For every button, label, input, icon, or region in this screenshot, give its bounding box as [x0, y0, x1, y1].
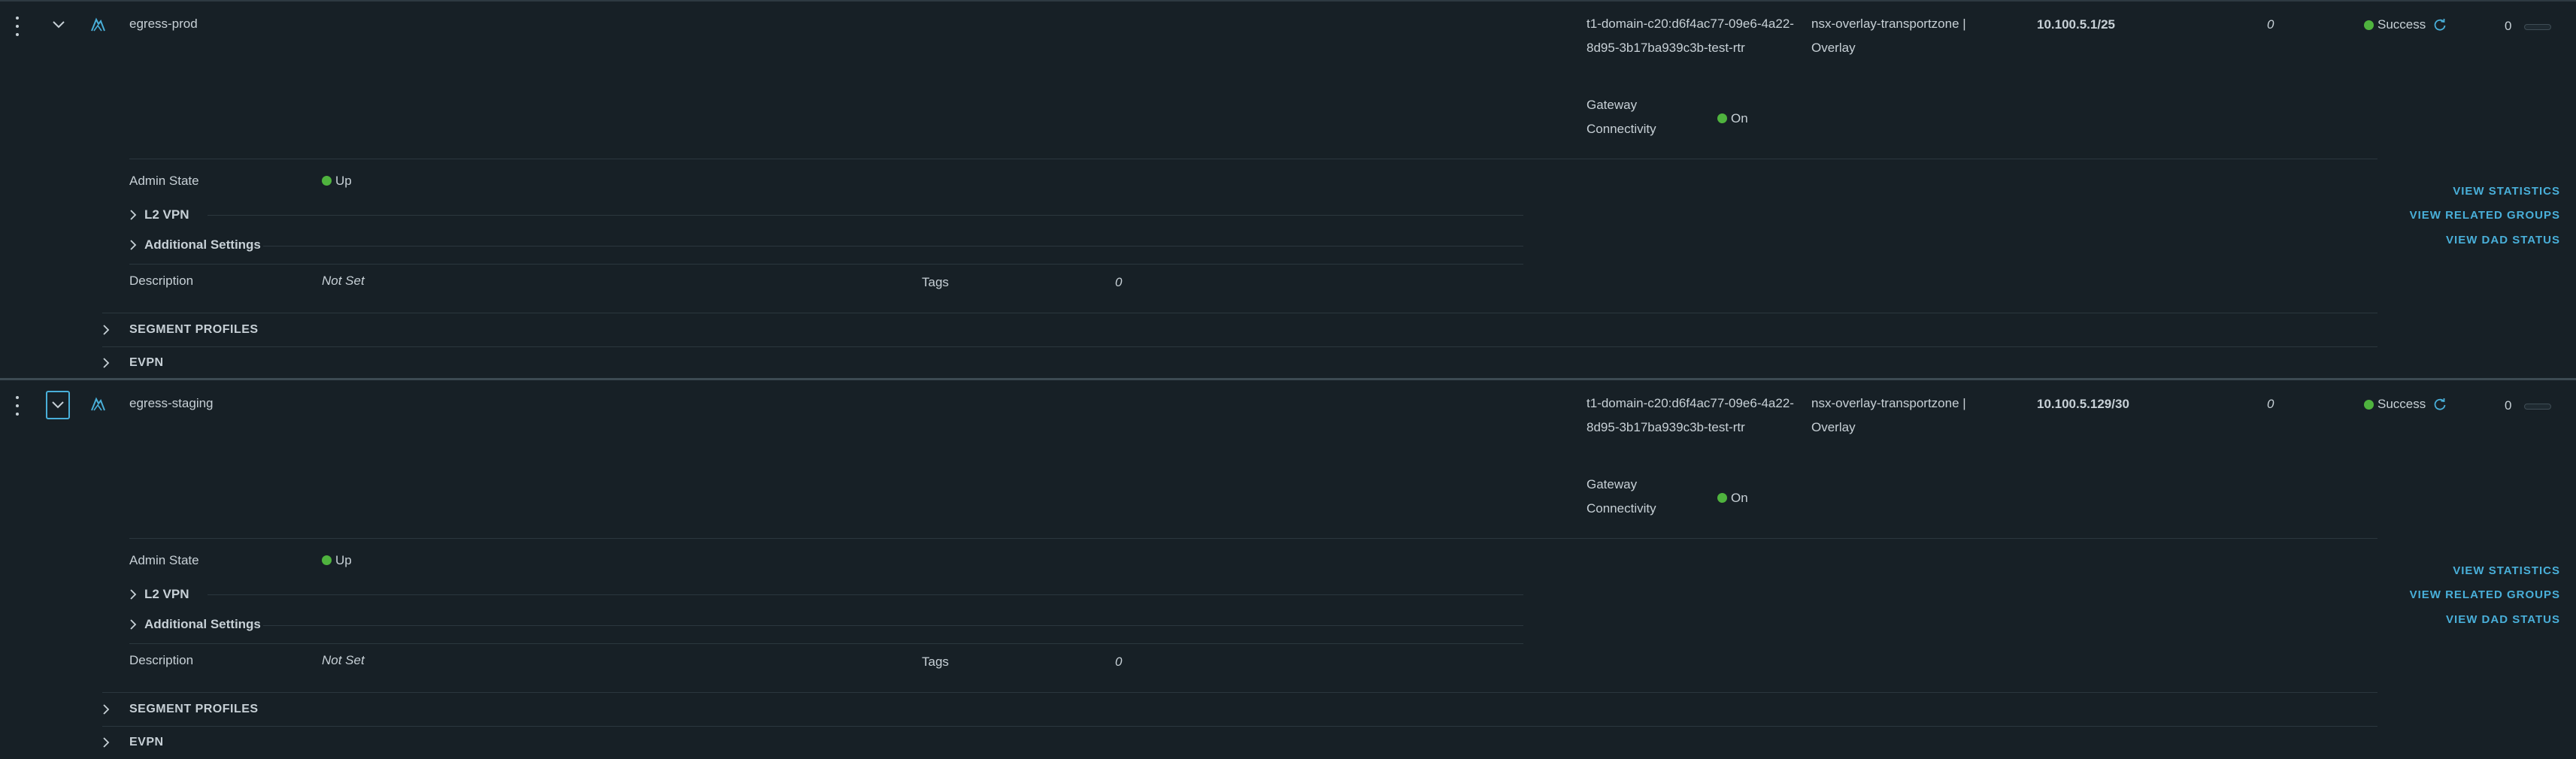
status-dot-icon — [2364, 20, 2374, 30]
segment-row: egress-staging t1-domain-c20:d6f4ac77-09… — [0, 378, 2576, 759]
divider — [208, 594, 1523, 595]
status-text: Success — [2377, 397, 2426, 411]
divider — [208, 215, 1523, 216]
divider — [263, 625, 1523, 626]
view-statistics-link[interactable]: VIEW STATISTICS — [2453, 564, 2560, 577]
status-dot-icon — [322, 555, 332, 565]
chevron-right-icon — [103, 325, 110, 335]
chevron-right-icon — [130, 589, 137, 600]
progress-bar — [2524, 404, 2551, 410]
alarms-count: 0 — [2505, 19, 2512, 33]
chevron-down-icon — [53, 21, 65, 29]
chevron-right-icon — [130, 619, 137, 630]
gateway-connectivity-value: On — [1731, 491, 1748, 505]
subnet: 10.100.5.1/25 — [2037, 17, 2115, 32]
segment-profiles-label: SEGMENT PROFILES — [129, 703, 259, 715]
admin-state-value: Up — [322, 174, 352, 189]
tags-label: Tags — [922, 655, 949, 669]
ports-count: 0 — [2267, 17, 2274, 32]
view-related-groups-link[interactable]: VIEW RELATED GROUPS — [2410, 588, 2560, 601]
l2vpn-toggle[interactable]: L2 VPN — [129, 207, 189, 222]
evpn-toggle[interactable]: EVPN — [102, 736, 164, 749]
refresh-icon[interactable] — [2433, 18, 2447, 32]
divider — [102, 692, 2377, 693]
chevron-right-icon — [130, 240, 137, 250]
collapse-row-button[interactable] — [46, 391, 70, 419]
collapse-row-button[interactable] — [48, 14, 69, 36]
chevron-down-icon — [52, 401, 64, 409]
additional-settings-label: Additional Settings — [144, 617, 261, 631]
segment-profiles-label: SEGMENT PROFILES — [129, 323, 259, 336]
segment-row: egress-prod t1-domain-c20:d6f4ac77-09e6-… — [0, 0, 2576, 379]
admin-state-label: Admin State — [129, 174, 199, 188]
additional-settings-label: Additional Settings — [144, 237, 261, 252]
admin-state-text: Up — [335, 174, 352, 188]
segment-profiles-toggle[interactable]: SEGMENT PROFILES — [102, 703, 259, 716]
l2vpn-label: L2 VPN — [144, 207, 189, 222]
gateway-segment-icon — [89, 17, 106, 33]
gateway-connectivity-label: Gateway Connectivity — [1587, 98, 1656, 136]
connected-gateway: t1-domain-c20:d6f4ac77-09e6-4a22-8d95-3b… — [1587, 17, 1794, 55]
l2vpn-toggle[interactable]: L2 VPN — [129, 587, 189, 602]
chevron-right-icon — [103, 737, 110, 748]
admin-state-text: Up — [335, 553, 352, 567]
gateway-segment-icon — [89, 396, 106, 413]
divider — [129, 264, 1523, 265]
segment-name[interactable]: egress-prod — [129, 17, 198, 32]
gateway-connectivity-label: Gateway Connectivity — [1587, 477, 1656, 516]
segment-name[interactable]: egress-staging — [129, 396, 214, 411]
view-statistics-link[interactable]: VIEW STATISTICS — [2453, 185, 2560, 198]
status-dot-icon — [1717, 113, 1727, 123]
tags-value: 0 — [1115, 655, 1123, 669]
description-value: Not Set — [322, 274, 365, 288]
status-badge: Success — [2364, 397, 2447, 412]
gateway-connectivity-status: On — [1717, 491, 1748, 506]
alarms-count: 0 — [2505, 398, 2512, 413]
evpn-label: EVPN — [129, 356, 164, 369]
ports-count: 0 — [2267, 397, 2274, 411]
admin-state-value: Up — [322, 553, 352, 568]
additional-settings-toggle[interactable]: Additional Settings — [129, 617, 261, 632]
segment-profiles-toggle[interactable]: SEGMENT PROFILES — [102, 323, 259, 337]
view-related-groups-link[interactable]: VIEW RELATED GROUPS — [2410, 209, 2560, 222]
transport-zone: nsx-overlay-transportzone | Overlay — [1811, 396, 1966, 434]
gateway-connectivity-value: On — [1731, 111, 1748, 125]
transport-zone: nsx-overlay-transportzone | Overlay — [1811, 17, 1966, 55]
connected-gateway: t1-domain-c20:d6f4ac77-09e6-4a22-8d95-3b… — [1587, 396, 1794, 434]
progress-bar — [2524, 24, 2551, 30]
description-label: Description — [129, 653, 194, 667]
divider — [102, 726, 2377, 727]
tags-label: Tags — [922, 275, 949, 289]
chevron-right-icon — [130, 210, 137, 220]
view-dad-status-link[interactable]: VIEW DAD STATUS — [2446, 234, 2560, 246]
evpn-toggle[interactable]: EVPN — [102, 356, 164, 370]
admin-state-label: Admin State — [129, 553, 199, 567]
view-dad-status-link[interactable]: VIEW DAD STATUS — [2446, 613, 2560, 626]
divider — [129, 643, 1523, 644]
l2vpn-label: L2 VPN — [144, 587, 189, 601]
status-badge: Success — [2364, 17, 2447, 32]
refresh-icon[interactable] — [2433, 398, 2447, 411]
status-dot-icon — [2364, 399, 2374, 410]
status-dot-icon — [1717, 493, 1727, 503]
status-dot-icon — [322, 176, 332, 186]
row-menu-icon[interactable] — [14, 17, 21, 36]
row-menu-icon[interactable] — [14, 396, 21, 416]
chevron-right-icon — [103, 358, 110, 368]
divider — [102, 346, 2377, 347]
gateway-connectivity-status: On — [1717, 111, 1748, 126]
status-text: Success — [2377, 17, 2426, 32]
subnet: 10.100.5.129/30 — [2037, 397, 2129, 411]
divider — [129, 538, 2377, 539]
evpn-label: EVPN — [129, 736, 164, 748]
description-label: Description — [129, 274, 194, 288]
description-value: Not Set — [322, 653, 365, 667]
additional-settings-toggle[interactable]: Additional Settings — [129, 237, 261, 252]
chevron-right-icon — [103, 704, 110, 715]
tags-value: 0 — [1115, 275, 1123, 289]
